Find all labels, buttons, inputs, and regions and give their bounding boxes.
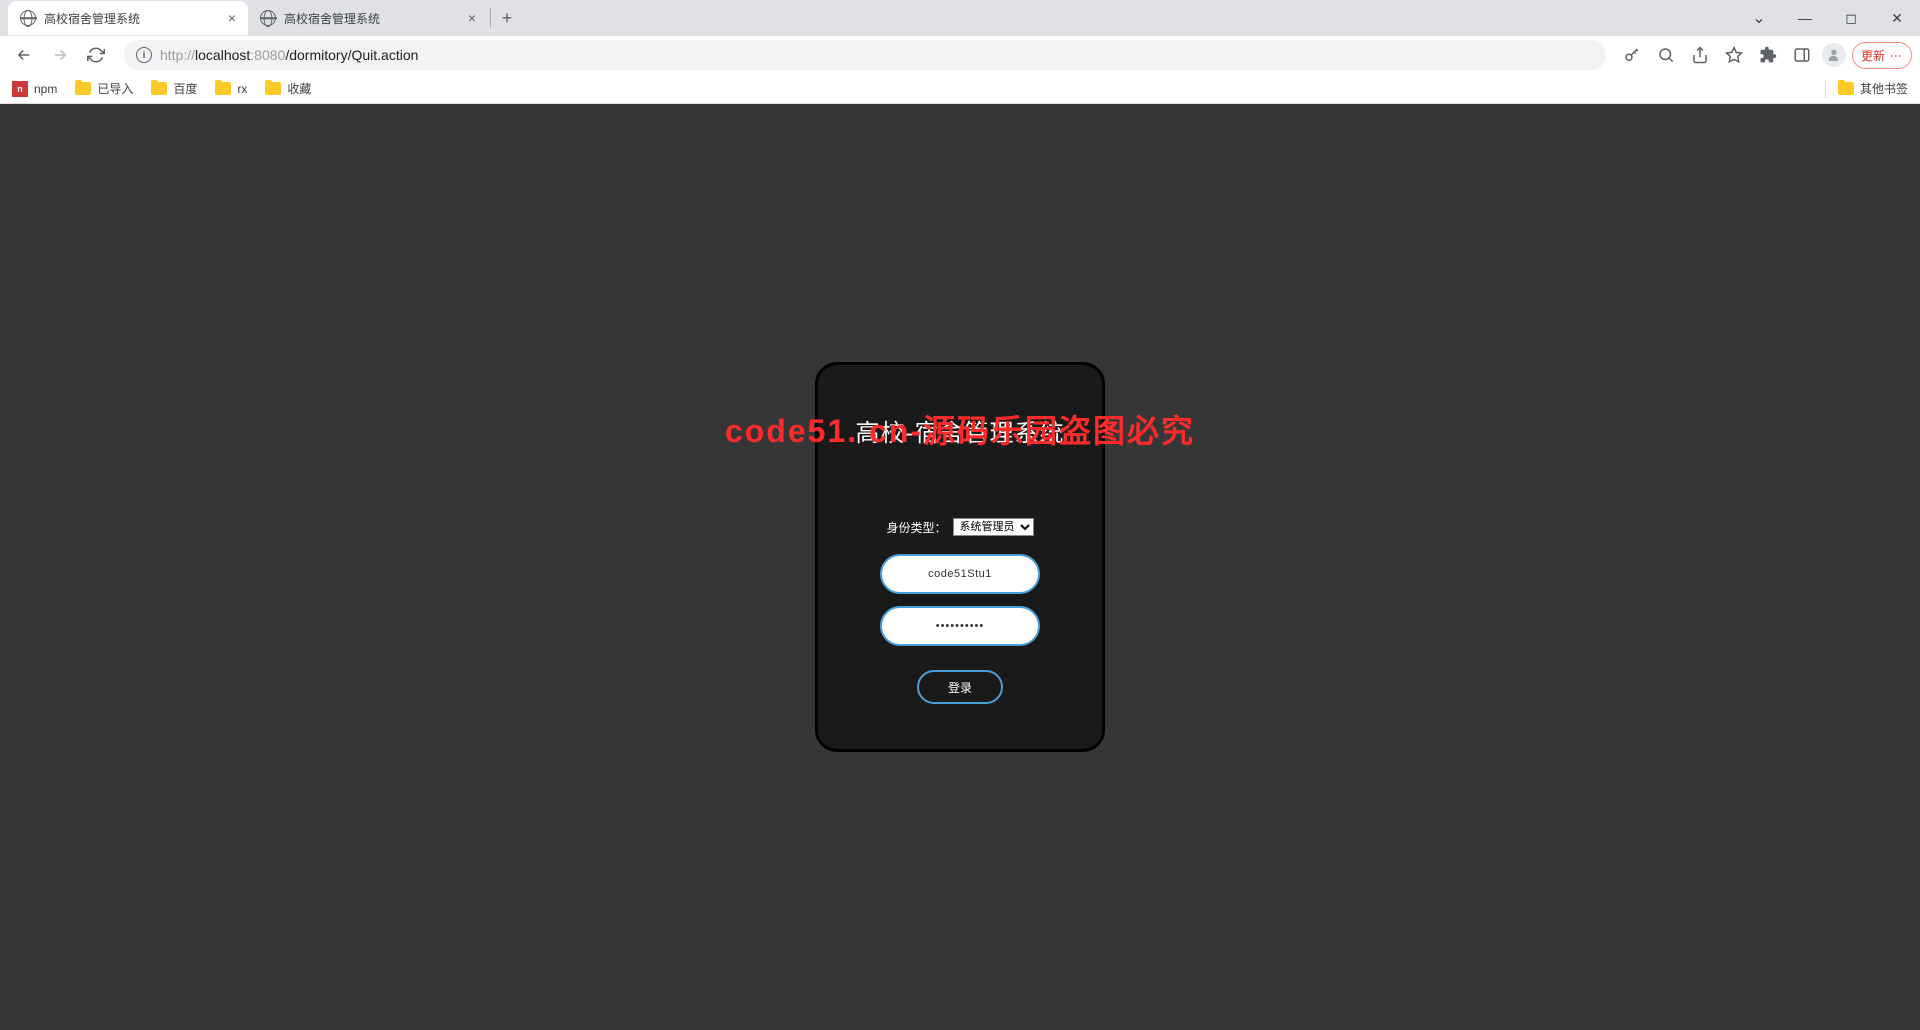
bookmark-fav[interactable]: 收藏 (265, 80, 311, 97)
extensions-icon[interactable] (1754, 41, 1782, 69)
browser-tab-1[interactable]: 高校宿舍管理系统 × (8, 1, 248, 35)
folder-icon (75, 82, 91, 95)
site-info-icon[interactable]: i (136, 47, 152, 63)
zoom-icon[interactable] (1652, 41, 1680, 69)
bookmark-label: 其他书签 (1860, 80, 1908, 97)
folder-icon (151, 82, 167, 95)
maximize-button[interactable]: ◻ (1828, 2, 1874, 34)
folder-icon (215, 82, 231, 95)
update-label: 更新 (1861, 47, 1885, 64)
bookmark-label: 百度 (173, 80, 197, 97)
back-button[interactable] (8, 39, 40, 71)
folder-icon (265, 82, 281, 95)
new-tab-button[interactable]: + (493, 4, 521, 32)
bookmark-baidu[interactable]: 百度 (151, 80, 197, 97)
window-controls: ⌄ — ◻ ✕ (1736, 2, 1920, 34)
bookmark-label: rx (237, 82, 247, 96)
sidepanel-icon[interactable] (1788, 41, 1816, 69)
globe-icon (260, 10, 276, 26)
forward-button[interactable] (44, 39, 76, 71)
minimize-button[interactable]: — (1782, 2, 1828, 34)
role-label: 身份类型： (886, 519, 946, 536)
password-key-icon[interactable] (1618, 41, 1646, 69)
role-select[interactable]: 系统管理员 (953, 518, 1034, 536)
tab-strip: 高校宿舍管理系统 × 高校宿舍管理系统 × + ⌄ — ◻ ✕ (0, 0, 1920, 36)
bookmark-label: 已导入 (97, 80, 133, 97)
divider (1825, 80, 1826, 98)
browser-tab-2[interactable]: 高校宿舍管理系统 × (248, 1, 488, 35)
url-text: http://localhost:8080/dormitory/Quit.act… (160, 47, 418, 63)
npm-icon: n (12, 81, 28, 97)
role-row: 身份类型： 系统管理员 (886, 518, 1033, 536)
bookmark-imported[interactable]: 已导入 (75, 80, 133, 97)
menu-dots-icon: ⋮ (1889, 50, 1903, 60)
close-icon[interactable]: × (228, 10, 236, 26)
close-button[interactable]: ✕ (1874, 2, 1920, 34)
login-button[interactable]: 登录 (917, 670, 1003, 704)
globe-icon (20, 10, 36, 26)
toolbar-right: 更新 ⋮ (1618, 41, 1912, 69)
close-icon[interactable]: × (468, 10, 476, 26)
tab-title: 高校宿舍管理系统 (44, 10, 220, 27)
username-input[interactable] (880, 554, 1040, 594)
update-button[interactable]: 更新 ⋮ (1852, 42, 1912, 69)
browser-toolbar: i http://localhost:8080/dormitory/Quit.a… (0, 36, 1920, 74)
bookmark-other[interactable]: 其他书签 (1838, 80, 1908, 97)
login-title: 高校-宿舍管理系统 (856, 413, 1065, 448)
browser-chrome: 高校宿舍管理系统 × 高校宿舍管理系统 × + ⌄ — ◻ ✕ i http:/… (0, 0, 1920, 104)
bookmark-npm[interactable]: n npm (12, 81, 57, 97)
address-bar[interactable]: i http://localhost:8080/dormitory/Quit.a… (124, 40, 1606, 70)
bookmark-label: npm (34, 82, 57, 96)
bookmark-star-icon[interactable] (1720, 41, 1748, 69)
tab-title: 高校宿舍管理系统 (284, 10, 460, 27)
share-icon[interactable] (1686, 41, 1714, 69)
bookmark-label: 收藏 (287, 80, 311, 97)
password-input[interactable] (880, 606, 1040, 646)
reload-button[interactable] (80, 39, 112, 71)
folder-icon (1838, 82, 1854, 95)
bookmark-rx[interactable]: rx (215, 82, 247, 96)
bookmarks-bar: n npm 已导入 百度 rx 收藏 其他书签 (0, 74, 1920, 104)
tab-search-button[interactable]: ⌄ (1736, 2, 1782, 34)
page-content: code51. cn-源码乐园盗图必究 高校-宿舍管理系统 身份类型： 系统管理… (0, 104, 1920, 1030)
tab-divider (490, 8, 491, 28)
profile-avatar[interactable] (1822, 43, 1846, 67)
login-card: 高校-宿舍管理系统 身份类型： 系统管理员 登录 (815, 362, 1105, 752)
